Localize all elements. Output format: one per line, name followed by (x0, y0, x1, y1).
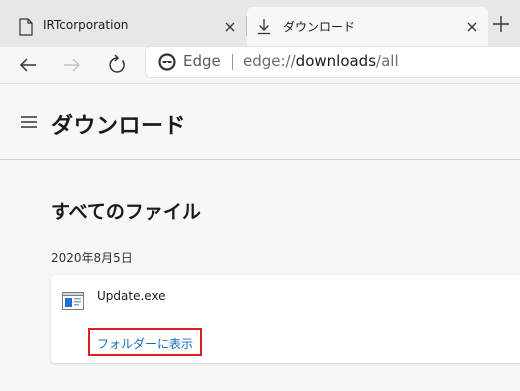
file-name-link[interactable]: Update.exe (97, 289, 166, 303)
tab-strip: IRTcorporation ダウンロード (0, 0, 520, 47)
tab-title: IRTcorporation (43, 18, 129, 32)
section-title: すべてのファイル (51, 201, 201, 223)
url-path: /all (376, 52, 399, 70)
address-separator (232, 54, 233, 70)
toolbar-divider (0, 83, 520, 84)
executable-file-icon (62, 292, 84, 310)
tab-irtcorporation[interactable]: IRTcorporation (8, 7, 246, 47)
show-in-folder-link[interactable]: フォルダーに表示 (88, 328, 203, 356)
new-tab-icon[interactable] (490, 13, 512, 35)
tab-downloads[interactable]: ダウンロード (247, 7, 488, 47)
download-icon (258, 19, 270, 35)
close-icon[interactable] (223, 20, 237, 34)
url-text[interactable]: edge://downloads/all (243, 52, 399, 70)
back-arrow-icon[interactable] (14, 51, 42, 79)
tab-title: ダウンロード (283, 20, 356, 34)
forward-arrow-icon[interactable] (58, 51, 86, 79)
page-icon (19, 18, 33, 36)
date-group-label: 2020年8月5日 (51, 251, 133, 265)
page-title: ダウンロード (51, 114, 187, 139)
refresh-icon[interactable] (103, 51, 131, 79)
url-scheme: edge:// (243, 52, 296, 70)
download-item-card: Update.exe フォルダーに表示 (51, 275, 520, 363)
menu-icon[interactable] (21, 116, 37, 128)
close-icon[interactable] (465, 20, 479, 34)
url-host: downloads (295, 52, 377, 70)
edge-logo-icon (158, 53, 176, 71)
browser-identity-label: Edge (183, 52, 221, 70)
navigation-toolbar: Edge edge://downloads/all (0, 47, 520, 83)
address-bar[interactable]: Edge edge://downloads/all (146, 47, 520, 77)
header-divider (0, 159, 520, 160)
